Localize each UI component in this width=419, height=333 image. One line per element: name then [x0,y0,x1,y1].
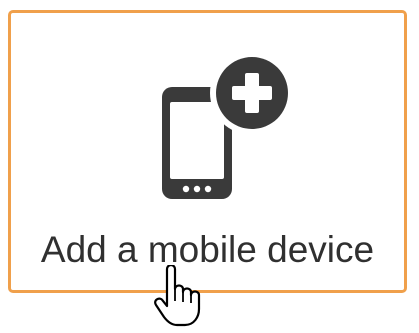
mobile-add-icon [162,51,294,199]
tile-label: Add a mobile device [40,229,375,270]
hand-pointer-icon [154,265,201,327]
add-mobile-device-tile[interactable]: Add a mobile device [8,10,407,293]
